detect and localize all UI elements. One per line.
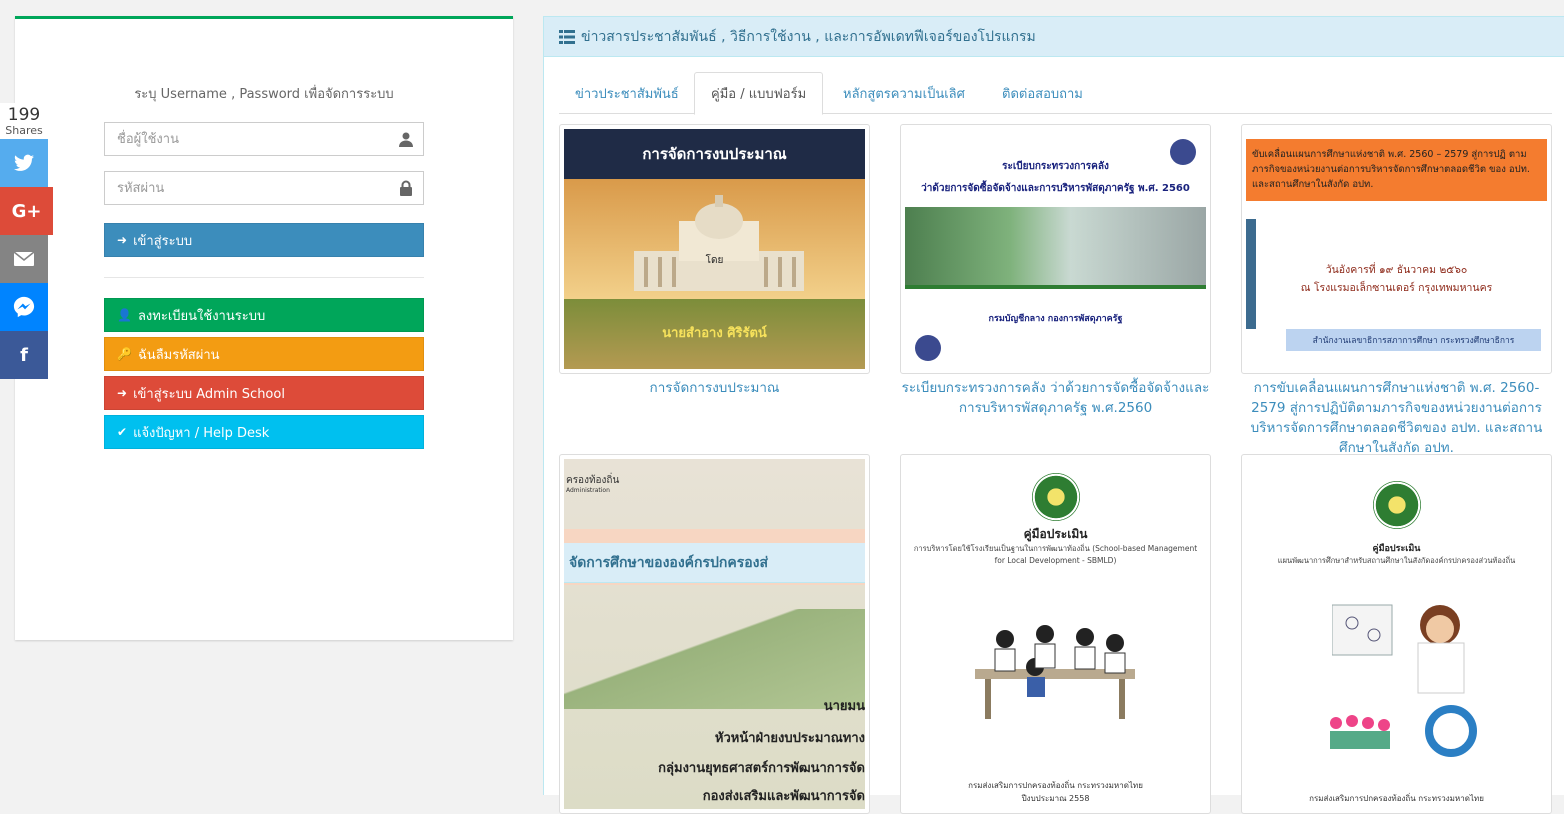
manual-thumbnail[interactable]: ระเบียบกระทรวงการคลัง ว่าด้วยการจัดซื้อจ… bbox=[900, 124, 1211, 374]
thumb-line2: ว่าด้วยการจัดซื้อจัดจ้างและการบริหารพัสด… bbox=[921, 183, 1190, 194]
thumb-heading: จัดการศึกษาขององค์กรปกครองส่ bbox=[564, 543, 865, 583]
thumb-date-line: วันอังคารที่ ๑๙ ธันวาคม ๒๕๖๐ bbox=[1325, 264, 1468, 276]
help-desk-label: แจ้งปัญหา / Help Desk bbox=[133, 425, 270, 441]
emblem-icon bbox=[915, 335, 941, 361]
thumb-title: การจัดการงบประมาณ bbox=[564, 129, 865, 179]
manual-thumbnail[interactable]: คู่มือประเมิน แผนพัฒนาการศึกษาสำหรับสถาน… bbox=[1241, 454, 1552, 814]
manual-caption[interactable]: ระเบียบกระทรวงการคลัง ว่าด้วยการจัดซื้อจ… bbox=[900, 378, 1211, 418]
thumb-line: หัวหน้าฝ่ายงบประมาณทาง bbox=[714, 731, 865, 746]
google-plus-share-button[interactable]: G+ bbox=[0, 187, 53, 235]
lock-icon bbox=[400, 180, 412, 196]
share-count-label: Shares bbox=[5, 124, 43, 137]
news-panel-header: ข่าวสารประชาสัมพันธ์ , วิธีการใช้งาน , แ… bbox=[544, 17, 1564, 57]
help-desk-button[interactable]: ✔ แจ้งปัญหา / Help Desk bbox=[104, 415, 424, 449]
register-button-label: ลงทะเบียนใช้งานระบบ bbox=[137, 308, 266, 324]
thumb-footer-line: กรมส่งเสริมการปกครองท้องถิ่น กระทรวงมหาด… bbox=[968, 781, 1143, 790]
twitter-icon bbox=[14, 154, 34, 171]
share-count-number: 199 bbox=[7, 105, 41, 125]
user-icon bbox=[399, 132, 413, 147]
login-panel: ระบุ Username , Password เพื่อจัดการระบบ… bbox=[15, 16, 513, 640]
thumb-author: นายสำอาง ศิริรัตน์ bbox=[662, 326, 767, 341]
thumb-footer: กรมส่งเสริมการปกครองท้องถิ่น กระทรวงมหาด… bbox=[905, 779, 1206, 805]
tab-excellence-curriculum[interactable]: หลักสูตรความเป็นเลิศ bbox=[827, 72, 981, 114]
manual-card[interactable]: การจัดการงบประมาณ โดย นายสำอาง ศิริรัตน์… bbox=[559, 124, 870, 398]
manual-caption[interactable]: การจัดการงบประมาณ bbox=[559, 378, 870, 398]
manual-thumbnail[interactable]: คู่มือประเมิน การบริหารโดยใช้โรงเรียนเป็… bbox=[900, 454, 1211, 814]
login-hint: ระบุ Username , Password เพื่อจัดการระบบ bbox=[134, 87, 394, 102]
manual-thumbnail[interactable]: ครองท้องถิ่น Administration จัดการศึกษาข… bbox=[559, 454, 870, 814]
manual-thumbnail[interactable]: การจัดการงบประมาณ โดย นายสำอาง ศิริรัตน์ bbox=[559, 124, 870, 374]
username-field[interactable] bbox=[104, 122, 424, 156]
manual-card[interactable]: ขับเคลื่อนแผนการศึกษาแห่งชาติ พ.ศ. 2560 … bbox=[1241, 124, 1552, 458]
seal-icon bbox=[1372, 481, 1421, 529]
manual-caption[interactable]: การขับเคลื่อนแผนการศึกษาแห่งชาติ พ.ศ. 25… bbox=[1241, 378, 1552, 458]
seal-icon bbox=[1031, 473, 1080, 521]
check-circle-icon: ✔ bbox=[117, 425, 128, 439]
facebook-icon: f bbox=[20, 344, 28, 366]
palace-image bbox=[634, 195, 804, 291]
login-button-label: เข้าสู่ระบบ bbox=[133, 233, 193, 249]
manual-card[interactable]: ระเบียบกระทรวงการคลัง ว่าด้วยการจัดซื้อจ… bbox=[900, 124, 1211, 418]
thumb-line1: ระเบียบกระทรวงการคลัง bbox=[1002, 161, 1109, 172]
handshake-image bbox=[905, 207, 1206, 285]
thumb-line: กลุ่มงานยุทธศาสตร์การพัฒนาการจัด bbox=[658, 761, 865, 776]
thumb-name: นายมน bbox=[823, 699, 865, 714]
share-bar: 199 Shares G+ f bbox=[0, 103, 53, 379]
email-icon bbox=[13, 251, 35, 266]
manual-card[interactable]: คู่มือประเมิน แผนพัฒนาการศึกษาสำหรับสถาน… bbox=[1241, 454, 1552, 814]
group-and-cycle-illustration bbox=[1330, 705, 1477, 757]
thumb-by-label: โดย bbox=[705, 255, 724, 266]
admin-login-button[interactable]: ➜ เข้าสู่ระบบ Admin School bbox=[104, 376, 424, 410]
tab-bar: ข่าวประชาสัมพันธ์ คู่มือ / แบบฟอร์ม หลัก… bbox=[559, 72, 1552, 115]
messenger-icon bbox=[13, 296, 35, 318]
admin-login-label: เข้าสู่ระบบ Admin School bbox=[133, 386, 285, 402]
google-plus-icon: G+ bbox=[11, 200, 42, 222]
username-input[interactable] bbox=[105, 123, 423, 155]
thumb-title: คู่มือประเมิน bbox=[1023, 527, 1088, 541]
register-button[interactable]: 👤 ลงทะเบียนใช้งานระบบ bbox=[104, 298, 424, 332]
thumb-place-line: ณ โรงแรมอเล็กซานเดอร์ กรุงเทพมหานคร bbox=[1300, 282, 1493, 294]
thumb-title: คู่มือประเมิน bbox=[1372, 544, 1421, 554]
sign-in-icon: ➜ bbox=[117, 233, 128, 247]
thumb-top: ครองท้องถิ่น bbox=[566, 475, 620, 486]
tab-news[interactable]: ข่าวประชาสัมพันธ์ bbox=[559, 72, 695, 114]
divider bbox=[104, 277, 424, 278]
password-field[interactable] bbox=[104, 171, 424, 205]
teacher-illustration bbox=[1332, 604, 1465, 694]
thumb-footer-year: ปีงบประมาณ 2558 bbox=[1021, 794, 1090, 803]
news-panel: ข่าวสารประชาสัมพันธ์ , วิธีการใช้งาน , แ… bbox=[543, 16, 1564, 814]
email-share-button[interactable] bbox=[0, 235, 48, 283]
twitter-share-button[interactable] bbox=[0, 139, 48, 187]
thumb-dept: กรมบัญชีกลาง กองการพัสดุภาครัฐ bbox=[988, 314, 1123, 324]
password-input[interactable] bbox=[105, 172, 423, 204]
thumb-line: กองส่งเสริมและพัฒนาการจัด bbox=[702, 789, 865, 804]
sign-in-icon: ➜ bbox=[117, 386, 128, 400]
manual-thumbnail[interactable]: ขับเคลื่อนแผนการศึกษาแห่งชาติ พ.ศ. 2560 … bbox=[1241, 124, 1552, 374]
tab-contact[interactable]: ติดต่อสอบถาม bbox=[986, 72, 1099, 114]
user-plus-icon: 👤 bbox=[117, 308, 132, 322]
login-button[interactable]: ➜ เข้าสู่ระบบ bbox=[104, 223, 424, 257]
tab-manuals[interactable]: คู่มือ / แบบฟอร์ม bbox=[694, 72, 824, 115]
facebook-share-button[interactable]: f bbox=[0, 331, 48, 379]
students-illustration bbox=[975, 625, 1135, 719]
thumb-orange-banner: ขับเคลื่อนแผนการศึกษาแห่งชาติ พ.ศ. 2560 … bbox=[1246, 139, 1547, 201]
forgot-password-label: ฉันลืมรหัสผ่าน bbox=[137, 347, 220, 363]
emblem-icon bbox=[1170, 139, 1196, 165]
manual-card[interactable]: ครองท้องถิ่น Administration จัดการศึกษาข… bbox=[559, 454, 870, 814]
news-panel-title: ข่าวสารประชาสัมพันธ์ , วิธีการใช้งาน , แ… bbox=[581, 28, 1036, 45]
messenger-share-button[interactable] bbox=[0, 283, 48, 331]
thumb-subtitle: การบริหารโดยใช้โรงเรียนเป็นฐานในการพัฒนา… bbox=[913, 544, 1198, 565]
manual-card[interactable]: คู่มือประเมิน การบริหารโดยใช้โรงเรียนเป็… bbox=[900, 454, 1211, 814]
thumb-subtitle: แผนพัฒนาการศึกษาสำหรับสถานศึกษาในสังกัดอ… bbox=[1277, 556, 1516, 565]
thumb-top2: Administration bbox=[566, 487, 610, 494]
key-icon: 🔑 bbox=[117, 347, 132, 361]
share-count: 199 Shares bbox=[0, 103, 48, 139]
list-icon bbox=[559, 29, 575, 44]
forgot-password-button[interactable]: 🔑 ฉันลืมรหัสผ่าน bbox=[104, 337, 424, 371]
thumb-date: วันอังคารที่ ๑๙ ธันวาคม ๒๕๖๐ ณ โรงแรมอเล… bbox=[1246, 261, 1547, 297]
thumb-bottom: สำนักงานเลขาธิการสภาการศึกษา กระทรวงศึกษ… bbox=[1286, 329, 1541, 351]
thumb-footer: กรมส่งเสริมการปกครองท้องถิ่น กระทรวงมหาด… bbox=[1309, 794, 1484, 803]
